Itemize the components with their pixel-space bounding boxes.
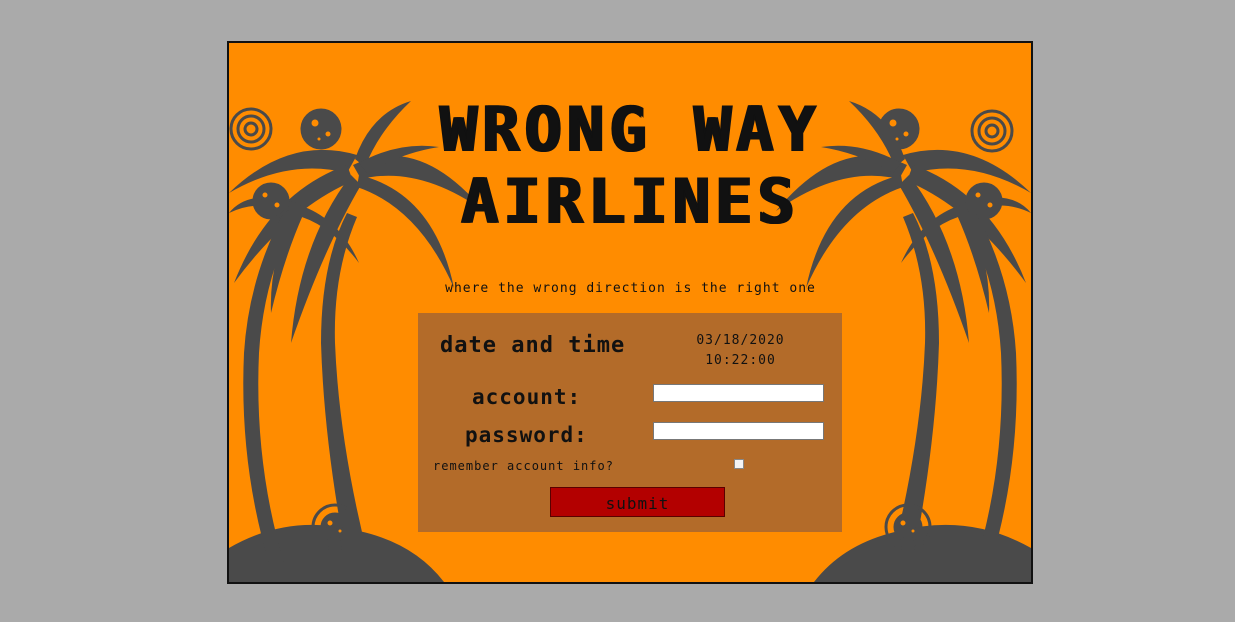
title-line-1: WRONG WAY [439, 93, 821, 166]
login-panel: date and time 03/18/2020 10:22:00 accoun… [418, 313, 842, 532]
main-frame: WRONG WAY AIRLINES where the wrong direc… [227, 41, 1033, 584]
datetime-label: date and time [440, 333, 626, 358]
remember-checkbox[interactable] [734, 459, 744, 469]
time-value: 10:22:00 [705, 353, 776, 368]
tagline: where the wrong direction is the right o… [445, 281, 816, 296]
account-input[interactable] [653, 384, 824, 402]
submit-button[interactable]: submit [550, 487, 725, 517]
password-label: password: [465, 423, 588, 447]
date-value: 03/18/2020 [696, 333, 785, 348]
title-line-2: AIRLINES [460, 165, 800, 238]
remember-label: remember account info? [433, 459, 614, 473]
password-input[interactable] [653, 422, 824, 440]
account-label: account: [472, 385, 582, 409]
